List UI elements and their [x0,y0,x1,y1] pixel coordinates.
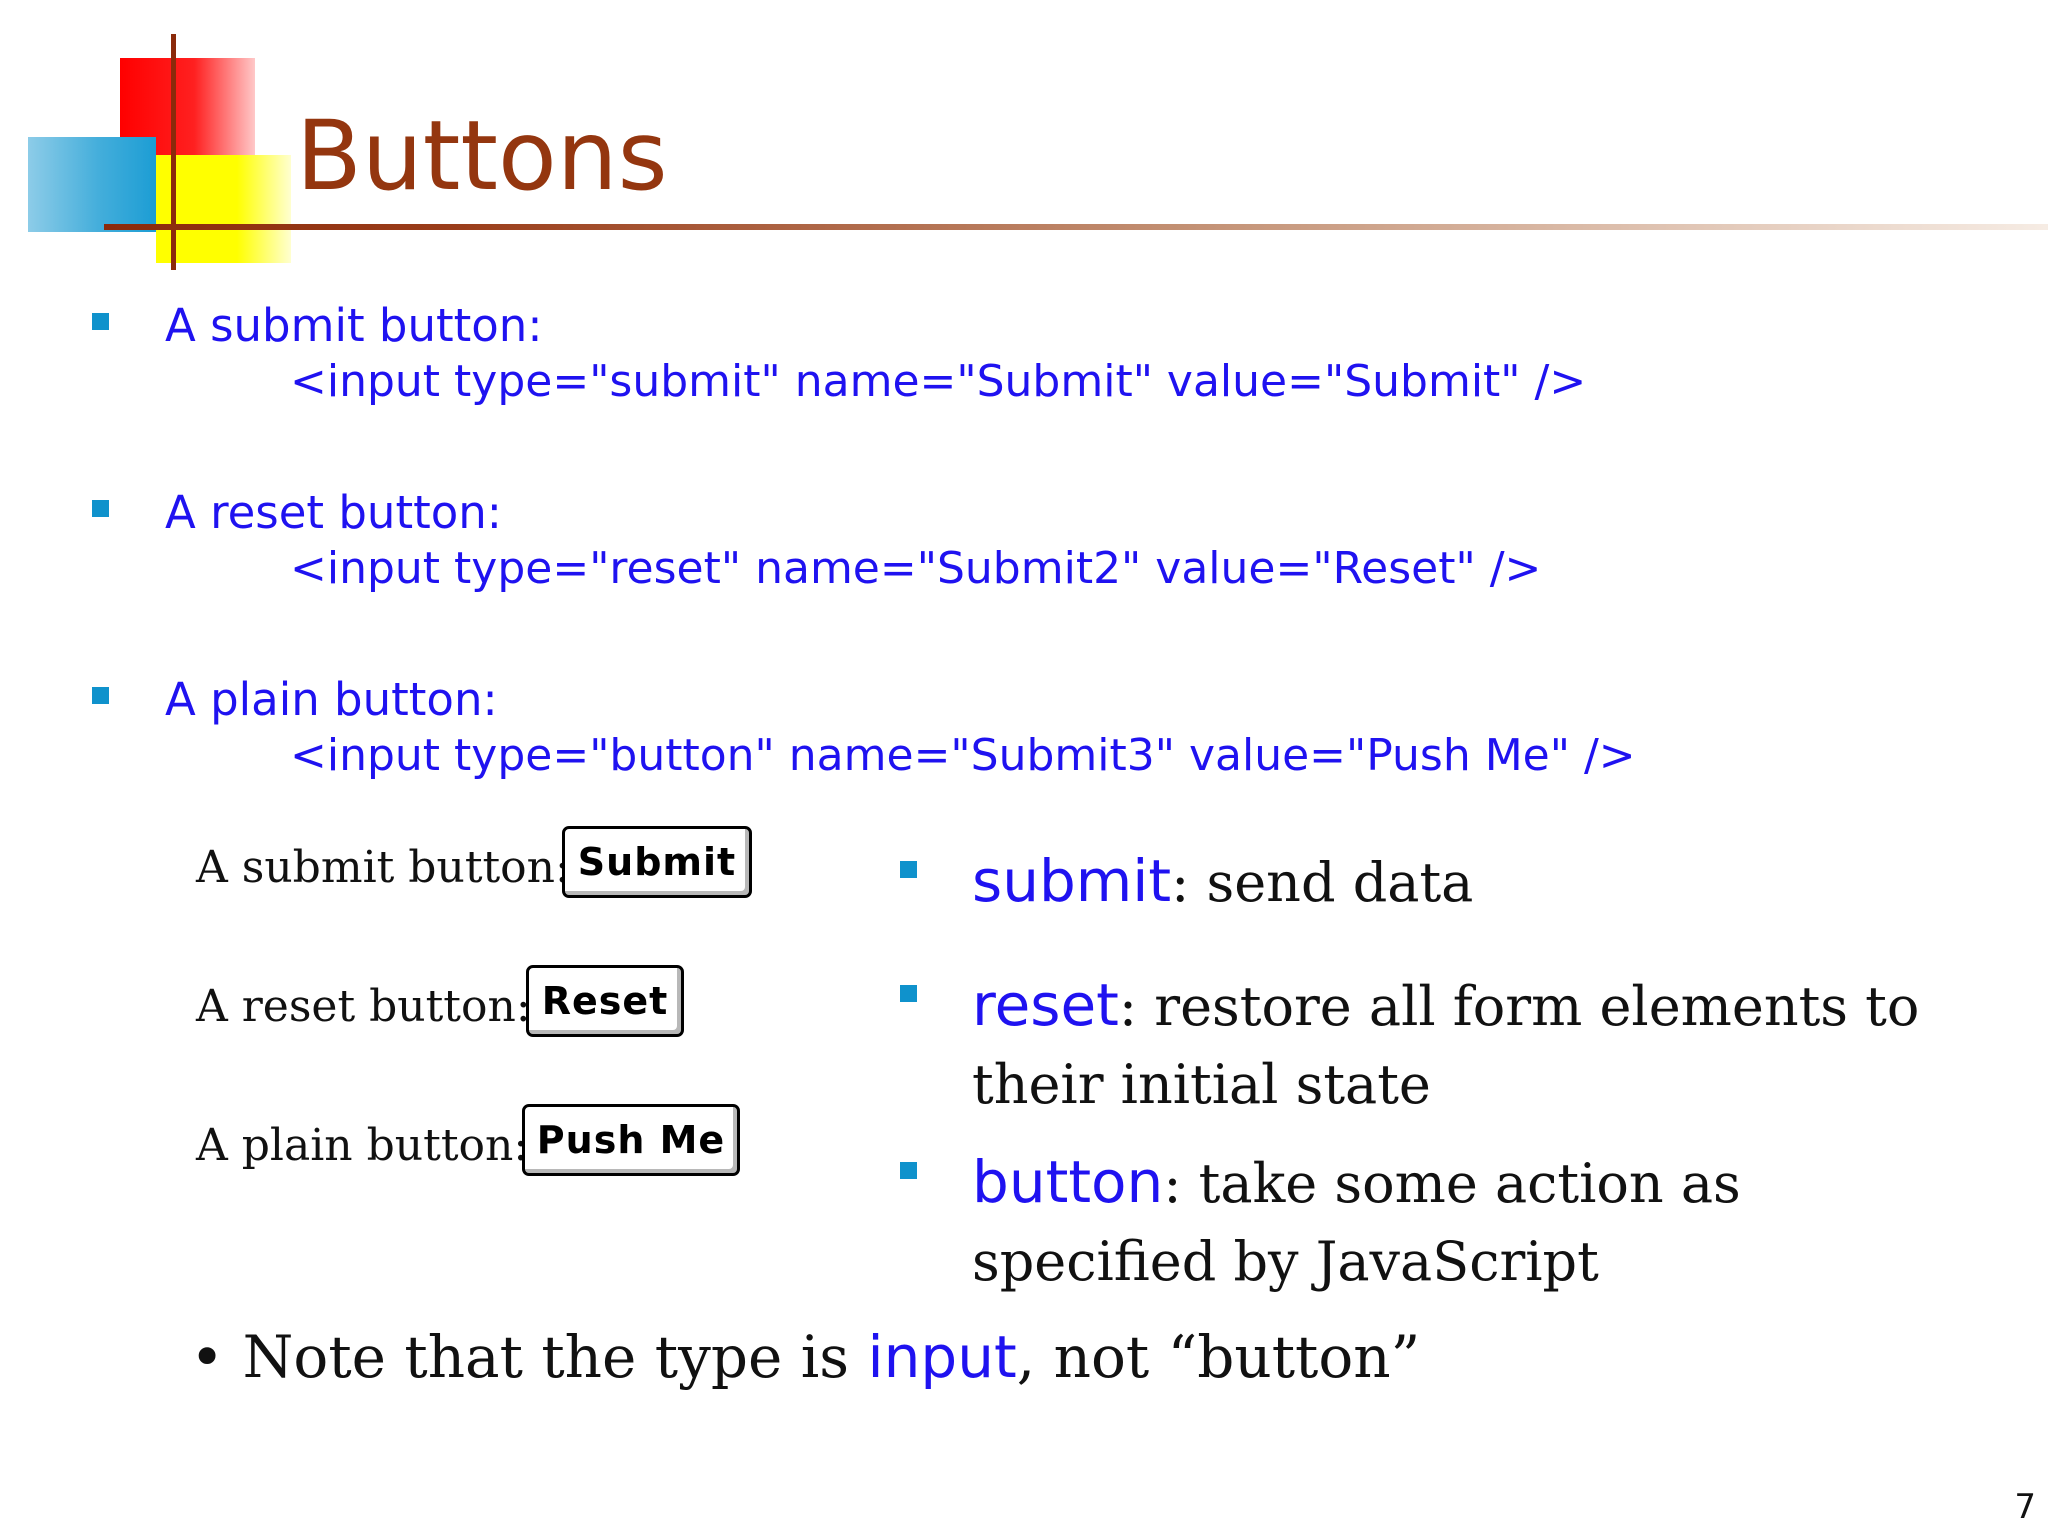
explanation-submit-text: : send data [1171,851,1474,914]
explanation-reset: reset: restore all form elements to [972,976,1919,1034]
note: • Note that the type is input, not “butt… [190,1328,1420,1386]
decor-vertical-line [171,34,176,270]
bullet-square-icon [900,1162,917,1179]
title-underline [104,224,2048,230]
slide: Buttons A submit button: <input type="su… [0,0,2048,1536]
page-number: 7 [2014,1487,2036,1527]
explanation-button-text: : take some action as [1163,1152,1741,1215]
bullet-square-icon [92,313,109,330]
explanation-button: button: take some action as [972,1153,1741,1211]
note-keyword: input [867,1323,1017,1391]
bullet-label-plain: A plain button: [165,673,498,726]
push-me-button[interactable]: Push Me [522,1104,740,1176]
demo-label-plain: A plain button: [196,1120,529,1171]
bullet-square-icon [900,861,917,878]
bullet-square-icon [900,985,917,1002]
keyword-button: button [972,1148,1164,1216]
decor-yellow-square [156,155,291,263]
keyword-reset: reset [972,971,1119,1039]
explanation-reset-text: : restore all form elements to [1118,975,1920,1038]
explanation-submit: submit: send data [972,852,1473,910]
submit-button[interactable]: Submit [562,826,752,898]
keyword-submit: submit [972,847,1172,915]
slide-title: Buttons [296,100,668,212]
bullet-square-icon [92,687,109,704]
note-prefix: • Note that the type is [190,1323,868,1391]
code-submit: <input type="submit" name="Submit" value… [290,356,1587,407]
bullet-label-reset: A reset button: [165,486,502,539]
code-plain: <input type="button" name="Submit3" valu… [290,730,1636,781]
code-reset: <input type="reset" name="Submit2" value… [290,543,1542,594]
decor-blue-square [28,137,156,232]
note-suffix: , not “button” [1016,1323,1421,1391]
demo-label-submit: A submit button: [196,842,570,893]
reset-button[interactable]: Reset [526,965,684,1037]
explanation-reset-continuation: their initial state [972,1053,1431,1116]
demo-label-reset: A reset button: [196,981,531,1032]
bullet-square-icon [92,500,109,517]
bullet-label-submit: A submit button: [165,299,543,352]
explanation-button-continuation: specified by JavaScript [972,1230,1599,1293]
